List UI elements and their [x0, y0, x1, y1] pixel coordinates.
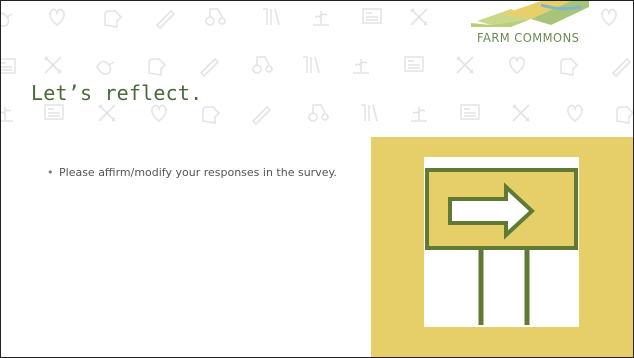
- bullet-item: Please affirm/modify your responses in t…: [47, 161, 351, 185]
- slide-title: Let’s reflect.: [31, 81, 203, 105]
- bullet-list: Please affirm/modify your responses in t…: [47, 161, 351, 185]
- logo-text: FARM COMMONS: [477, 30, 580, 45]
- farm-commons-logo: FARM COMMONS: [471, 1, 589, 51]
- landscape-logo-icon: [471, 1, 589, 27]
- directional-sign-arrow-right-icon: [424, 157, 579, 327]
- slide: FARM COMMONS Let’s reflect. Please affir…: [0, 0, 634, 358]
- header-banner: FARM COMMONS Let’s reflect.: [1, 1, 633, 137]
